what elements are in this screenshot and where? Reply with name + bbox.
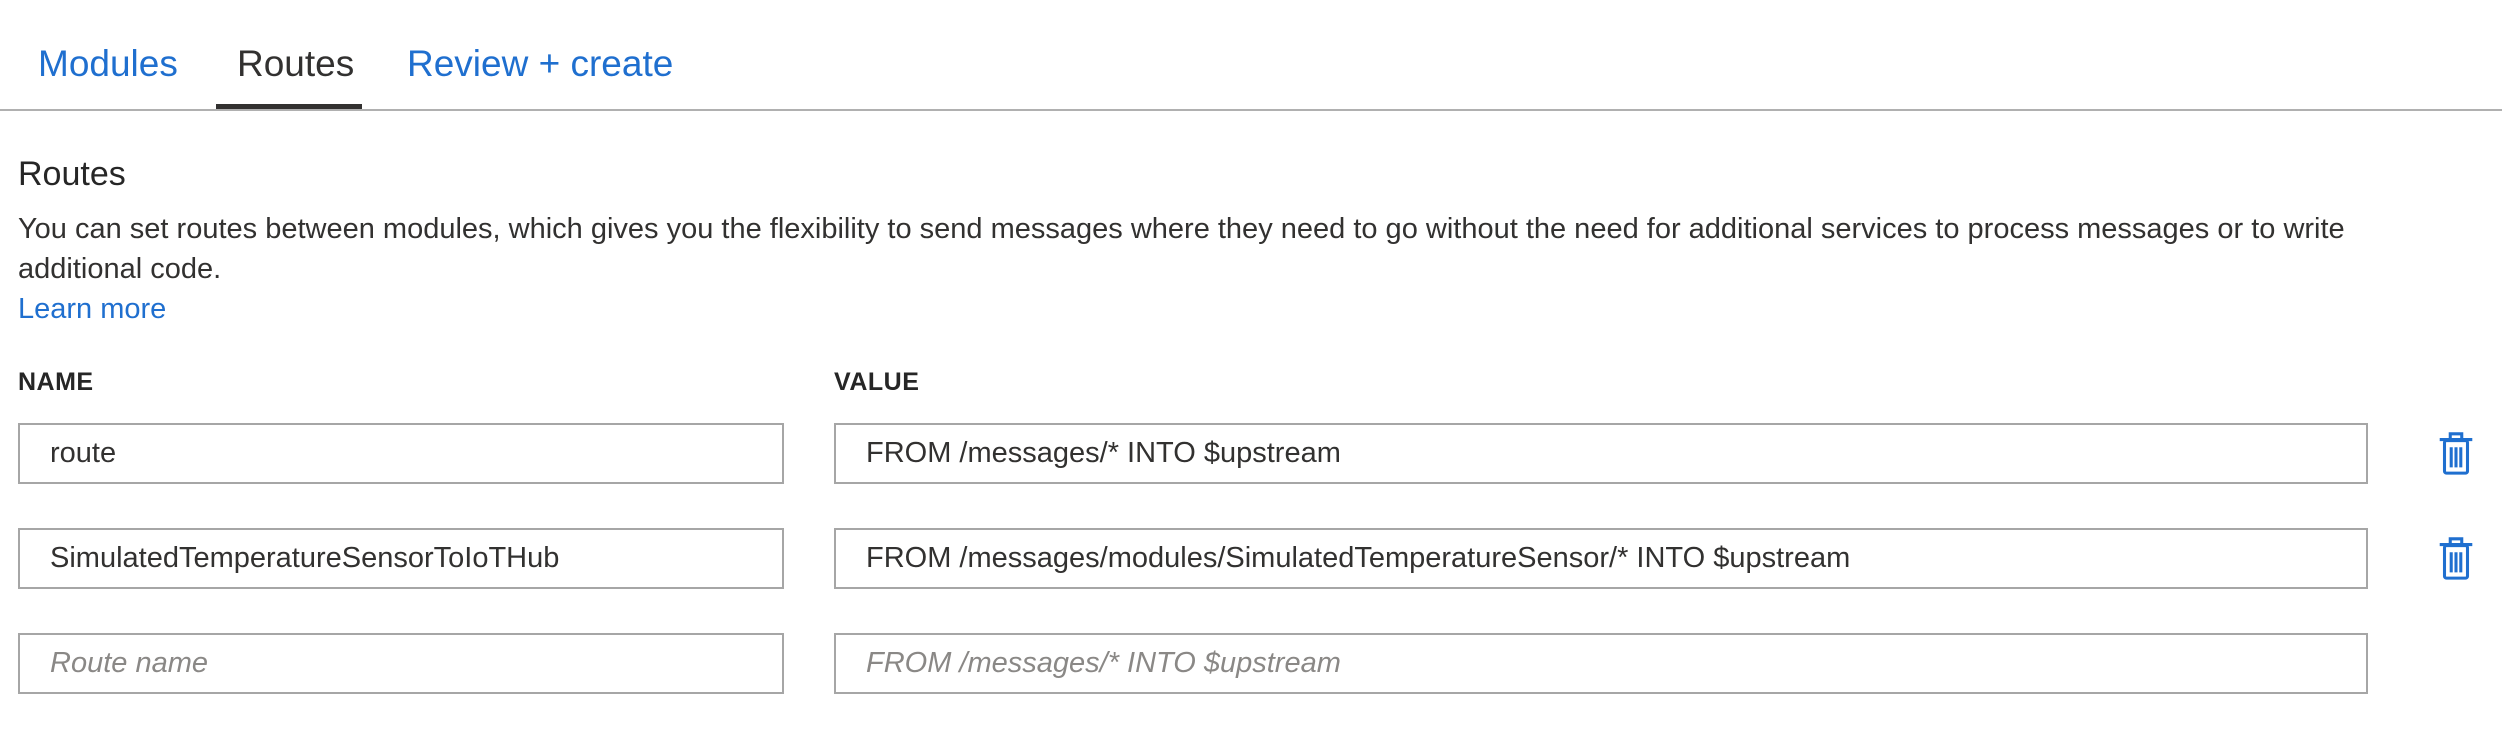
section-description: You can set routes between modules, whic…	[18, 213, 2345, 285]
active-tab-indicator	[216, 104, 362, 109]
new-route-name-input[interactable]	[18, 633, 784, 694]
route-name-input[interactable]	[18, 423, 784, 484]
name-column-header: NAME	[18, 368, 94, 396]
learn-more-link[interactable]: Learn more	[18, 289, 166, 329]
trash-icon[interactable]	[2436, 535, 2476, 581]
route-value-input[interactable]	[834, 528, 2368, 589]
route-name-input[interactable]	[18, 528, 784, 589]
routes-page: Modules Routes Review + create Routes Yo…	[0, 0, 2502, 737]
trash-icon[interactable]	[2436, 430, 2476, 476]
new-route-value-input[interactable]	[834, 633, 2368, 694]
route-value-input[interactable]	[834, 423, 2368, 484]
value-column-header: VALUE	[834, 368, 920, 396]
tab-bar: Modules Routes Review + create	[0, 0, 2502, 111]
tab-modules[interactable]: Modules	[38, 42, 178, 86]
tab-review-create[interactable]: Review + create	[407, 42, 673, 86]
tab-routes[interactable]: Routes	[237, 42, 354, 86]
section-title: Routes	[18, 155, 126, 193]
